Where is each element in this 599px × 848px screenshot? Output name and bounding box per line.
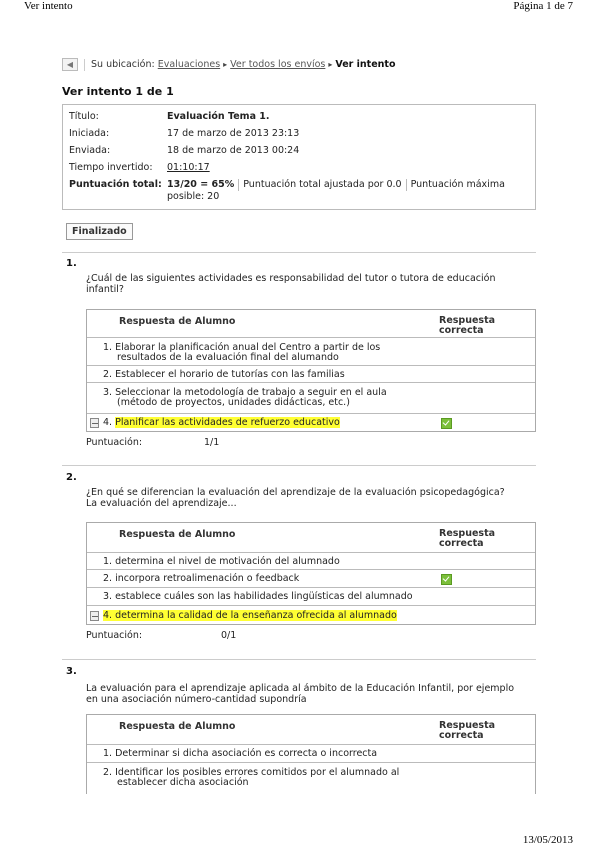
print-footer-date: 13/05/2013 bbox=[522, 834, 573, 846]
answer-option: 1. determina el nivel de motivación del … bbox=[87, 552, 535, 570]
page-title: Ver intento 1 de 1 bbox=[62, 85, 174, 98]
breadcrumb-link-evaluaciones[interactable]: Evaluaciones bbox=[158, 59, 220, 70]
question-text-line: La evaluación del aprendizaje... bbox=[86, 498, 237, 509]
selected-answer-icon bbox=[90, 418, 99, 428]
question-text-line: ¿En qué se diferencian la evaluación del… bbox=[86, 487, 505, 498]
question-number: 3. bbox=[66, 666, 77, 677]
answer-option-text: 2. incorpora retroalimenación o feedback bbox=[103, 573, 300, 584]
answer-option-text: 1. Determinar si dicha asociación es cor… bbox=[103, 748, 378, 759]
answer-option-text: resultados de la evaluación final del al… bbox=[117, 352, 339, 363]
answer-option-number: 4. bbox=[103, 610, 113, 621]
max-score-label: Puntuación máxima bbox=[410, 179, 505, 190]
answer-option-number: 4. bbox=[103, 417, 113, 428]
question-text: La evaluación para el aprendizaje aplica… bbox=[86, 683, 526, 705]
answer-option-text: determina la calidad de la enseñanza ofr… bbox=[115, 610, 397, 621]
question-text-line: La evaluación para el aprendizaje aplica… bbox=[86, 683, 515, 694]
divider bbox=[62, 465, 536, 466]
print-header-title: Ver intento bbox=[24, 0, 73, 12]
answer-option-text: establecer dicha asociación bbox=[117, 777, 249, 788]
answer-option-selected: 4. Planificar las actividades de refuerz… bbox=[87, 413, 535, 433]
answer-table: Respuesta de Alumno Respuesta correcta 1… bbox=[86, 714, 536, 794]
question-score: Puntuación: 1/1 bbox=[86, 437, 219, 448]
time-label: Tiempo invertido: bbox=[69, 162, 153, 173]
student-answer-header: Respuesta de Alumno bbox=[119, 316, 236, 327]
correct-answer-header: Respuesta correcta bbox=[439, 316, 495, 336]
started-value: 17 de marzo de 2013 23:13 bbox=[167, 128, 300, 139]
correct-check-icon bbox=[441, 418, 452, 429]
attempt-info-panel: Título: Evaluación Tema 1. Iniciada: 17 … bbox=[62, 104, 536, 210]
question-text-line: infantil? bbox=[86, 284, 124, 295]
divider bbox=[84, 58, 85, 71]
correct-check-icon bbox=[441, 574, 452, 585]
answer-option-text: 1. determina el nivel de motivación del … bbox=[103, 556, 340, 567]
answer-option-text: (método de proyectos, unidades didáctica… bbox=[117, 397, 350, 408]
answer-option: 3. Seleccionar la metodología de trabajo… bbox=[87, 382, 535, 414]
question-text: ¿En qué se diferencian la evaluación del… bbox=[86, 487, 526, 509]
divider bbox=[405, 179, 407, 191]
answer-option-selected: 4. determina la calidad de la enseñanza … bbox=[87, 605, 535, 626]
answer-option: 3. establece cuáles son las habilidades … bbox=[87, 587, 535, 606]
answer-option: 1. Determinar si dicha asociación es cor… bbox=[87, 744, 535, 763]
divider bbox=[62, 252, 536, 253]
score-label: Puntuación total: bbox=[69, 179, 162, 190]
student-answer-header: Respuesta de Alumno bbox=[119, 529, 236, 540]
status-badge: Finalizado bbox=[66, 223, 133, 240]
score-value: 0/1 bbox=[221, 630, 237, 641]
correct-answer-header: Respuesta correcta bbox=[439, 721, 495, 741]
answer-table: Respuesta de Alumno Respuesta correcta 1… bbox=[86, 522, 536, 625]
correct-answer-header-line: correcta bbox=[439, 730, 484, 741]
answer-option-text: 2. Establecer el horario de tutorías con… bbox=[103, 369, 345, 380]
print-header-page: Página 1 de 7 bbox=[513, 0, 573, 12]
score-value: 13/20 = 65% bbox=[167, 179, 235, 190]
title-label: Título: bbox=[69, 111, 99, 122]
time-value-link[interactable]: 01:10:17 bbox=[167, 162, 210, 173]
divider bbox=[62, 659, 536, 660]
title-value: Evaluación Tema 1. bbox=[167, 111, 270, 122]
divider bbox=[238, 179, 240, 191]
correct-answer-header-line: correcta bbox=[439, 538, 484, 549]
question-number: 1. bbox=[66, 258, 77, 269]
question-text: ¿Cuál de las siguientes actividades es r… bbox=[86, 273, 526, 295]
breadcrumb-prefix: Su ubicación: bbox=[91, 59, 155, 70]
breadcrumb-separator-icon: ▸ bbox=[223, 60, 228, 69]
sent-label: Enviada: bbox=[69, 145, 111, 156]
correct-answer-header-line: correcta bbox=[439, 325, 484, 336]
correct-answer-header: Respuesta correcta bbox=[439, 529, 495, 549]
breadcrumb-link-todos-envios[interactable]: Ver todos los envíos bbox=[230, 59, 325, 70]
breadcrumb-separator-icon: ▸ bbox=[328, 60, 333, 69]
answer-option: 2. Establecer el horario de tutorías con… bbox=[87, 365, 535, 383]
answer-option-text: Planificar las actividades de refuerzo e… bbox=[115, 417, 340, 428]
answer-option: 2. incorpora retroalimenación o feedback bbox=[87, 569, 535, 588]
score-value: 1/1 bbox=[204, 437, 220, 448]
sent-value: 18 de marzo de 2013 00:24 bbox=[167, 145, 300, 156]
adjusted-score: Puntuación total ajustada por 0.0 bbox=[243, 179, 402, 190]
back-arrow-icon[interactable]: ◀ bbox=[62, 58, 78, 71]
answer-table: Respuesta de Alumno Respuesta correcta 1… bbox=[86, 309, 536, 432]
student-answer-header: Respuesta de Alumno bbox=[119, 721, 236, 732]
breadcrumb-current: Ver intento bbox=[335, 59, 396, 70]
score-label: Puntuación: bbox=[86, 437, 143, 448]
question-text-line: en una asociación número-cantidad supond… bbox=[86, 694, 307, 705]
question-text-line: ¿Cuál de las siguientes actividades es r… bbox=[86, 273, 496, 284]
max-score-value: posible: 20 bbox=[167, 191, 220, 202]
breadcrumb: ◀ Su ubicación: Evaluaciones ▸ Ver todos… bbox=[62, 58, 396, 71]
score-label: Puntuación: bbox=[86, 630, 143, 641]
question-score: Puntuación: 0/1 bbox=[86, 630, 236, 641]
answer-option: 2. Identificar los posibles errores comi… bbox=[87, 762, 535, 794]
started-label: Iniciada: bbox=[69, 128, 110, 139]
selected-answer-icon bbox=[90, 611, 99, 621]
question-number: 2. bbox=[66, 472, 77, 483]
answer-option: 1. Elaborar la planificación anual del C… bbox=[87, 337, 535, 366]
answer-option-text: 3. establece cuáles son las habilidades … bbox=[103, 591, 413, 602]
